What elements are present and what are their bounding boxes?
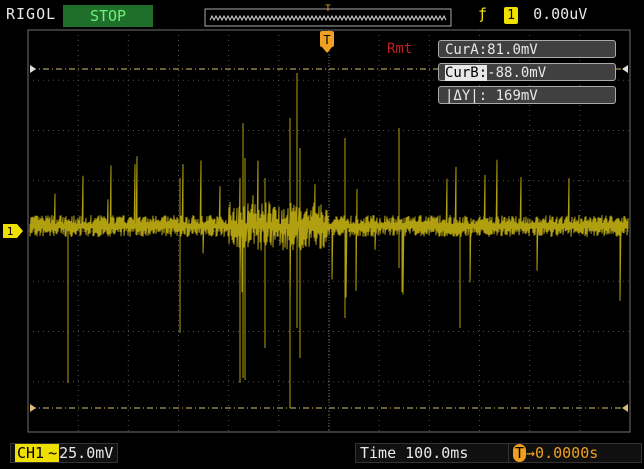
channel-1-label: CH1 — [15, 444, 47, 462]
trigger-source-badge: 1 — [504, 7, 519, 24]
cursor-delta-value: 169mV — [495, 88, 538, 104]
cursor-delta-label: |ΔY|: — [445, 88, 488, 104]
cursor-b-value: -88.0mV — [487, 65, 547, 81]
cursor-a-readout[interactable]: CurA:81.0mV — [438, 40, 616, 58]
trigger-marker-label: T — [323, 33, 330, 47]
trigger-edge-icon: ƒ — [478, 5, 488, 23]
channel-1-scale[interactable]: CH1 ~25.0mV — [10, 443, 119, 463]
cursor-b-readout[interactable]: CurB:-88.0mV — [438, 63, 616, 81]
waveform-overview: T — [204, 4, 452, 27]
overview-trigger-marker: T — [325, 4, 331, 14]
trigger-status[interactable]: ƒ 1 0.00uV — [478, 5, 587, 24]
run-state-badge[interactable]: STOP — [63, 5, 153, 27]
time-label: Time — [360, 444, 397, 462]
remote-indicator: Rmt — [387, 41, 413, 57]
time-per-div: 100.0ms — [405, 444, 469, 462]
volts-per-div: 25.0mV — [59, 444, 114, 462]
trigger-offset-value: →0.0000s — [526, 444, 599, 462]
timebase-readout[interactable]: Time 100.0ms — [355, 443, 509, 463]
trigger-level-value: 0.00uV — [533, 5, 588, 23]
trigger-offset-readout[interactable]: T →0.0000s — [508, 443, 642, 463]
cursor-a-label: CurA: — [445, 42, 488, 58]
channel-marker-label: 1 — [7, 225, 14, 238]
channel-1-ground-marker[interactable]: 1 — [3, 224, 23, 238]
cursor-b-label: CurB: — [445, 65, 488, 81]
cursor-delta-readout: |ΔY|: 169mV — [438, 86, 616, 104]
coupling-icon: ~ — [46, 444, 60, 462]
cursor-a-value: 81.0mV — [487, 42, 538, 58]
brand-label: RIGOL — [6, 5, 57, 23]
trigger-position-icon: T — [513, 444, 527, 462]
